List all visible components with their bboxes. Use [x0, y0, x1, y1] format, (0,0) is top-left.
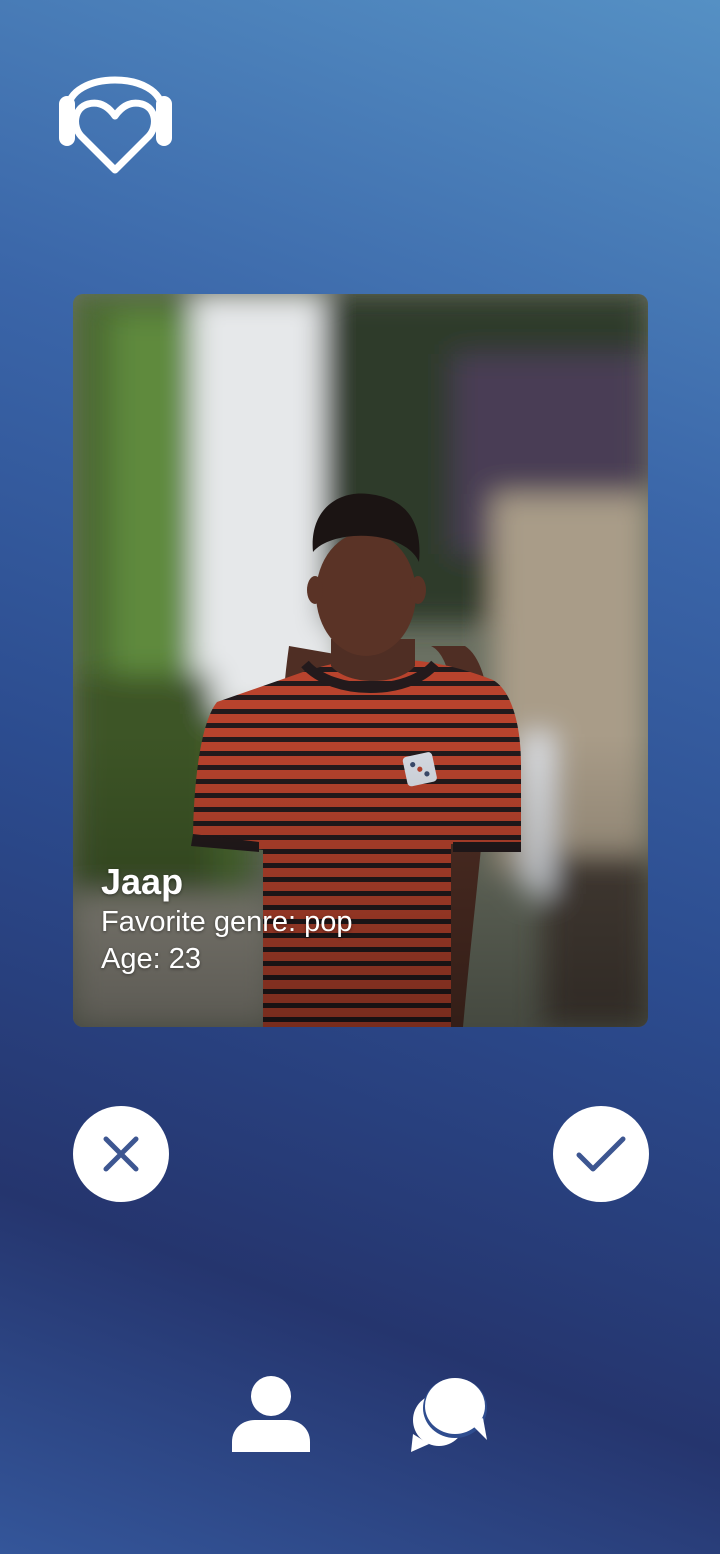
close-icon	[103, 1136, 139, 1172]
user-icon	[232, 1376, 310, 1452]
profile-card[interactable]: Jaap Favorite genre: pop Age: 23	[73, 294, 648, 1027]
nav-profile-button[interactable]	[229, 1372, 313, 1456]
profile-name: Jaap	[101, 861, 184, 902]
app-logo	[56, 58, 176, 178]
check-icon	[576, 1136, 626, 1172]
nav-chat-button[interactable]	[407, 1372, 491, 1456]
profile-genre: Favorite genre: pop	[101, 906, 353, 938]
profile-age: Age: 23	[101, 943, 201, 975]
profile-info: Jaap Favorite genre: pop Age: 23	[101, 860, 352, 978]
accept-button[interactable]	[553, 1106, 649, 1202]
reject-button[interactable]	[73, 1106, 169, 1202]
chat-bubbles-icon	[411, 1378, 487, 1452]
heart-headphones-icon	[59, 76, 172, 174]
